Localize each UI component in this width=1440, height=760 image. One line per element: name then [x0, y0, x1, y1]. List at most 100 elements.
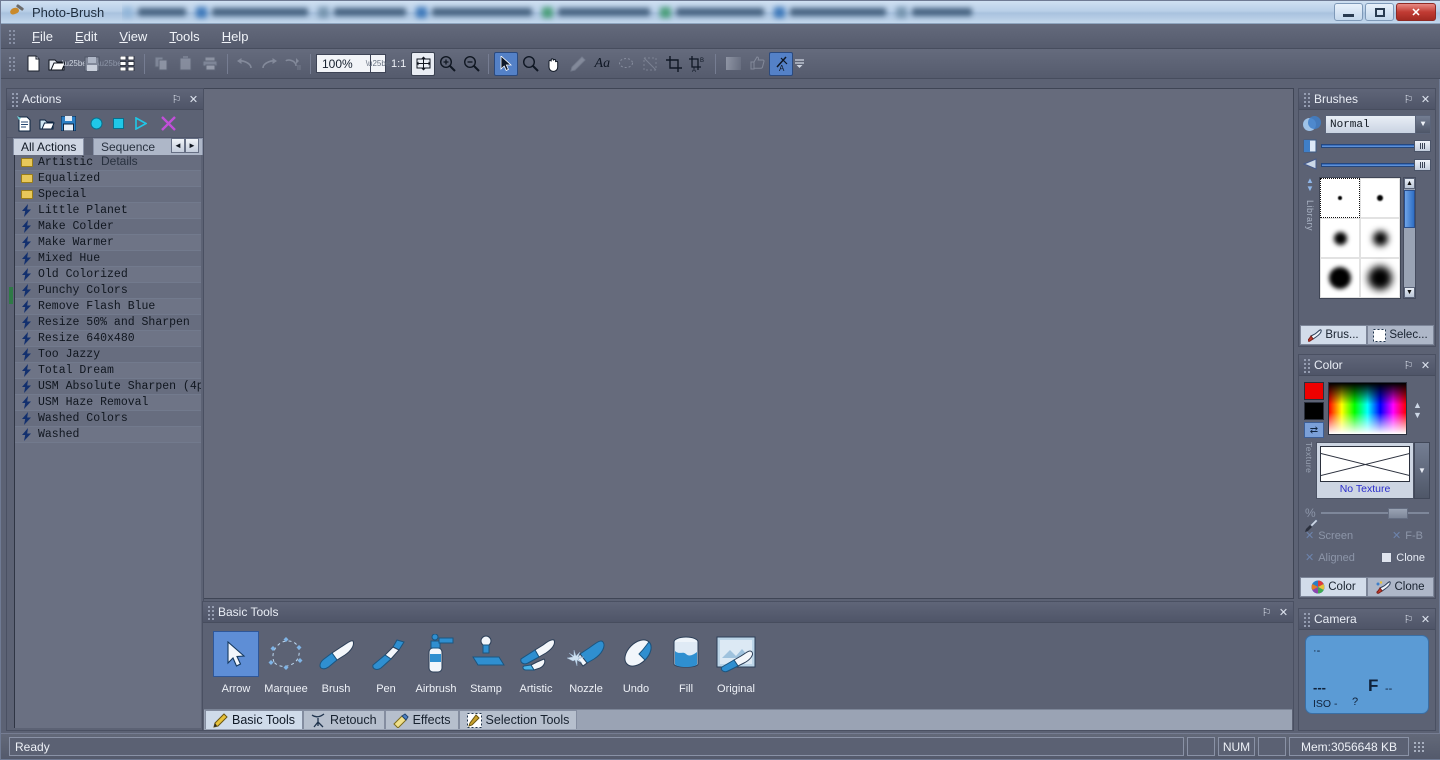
action-list-item[interactable]: Mixed Hue	[15, 251, 201, 267]
gradient-icon[interactable]	[721, 52, 745, 76]
hand-tool-icon[interactable]	[542, 52, 566, 76]
zoom-out-icon[interactable]	[459, 52, 483, 76]
menu-edit[interactable]: Edit	[64, 26, 108, 47]
scrollbar-thumb[interactable]	[1404, 190, 1415, 228]
panel-gripper[interactable]	[1303, 612, 1310, 627]
tool-stamp[interactable]: Stamp	[461, 631, 511, 695]
background-tab[interactable]	[774, 1, 886, 24]
tool-nozzle[interactable]: Nozzle	[561, 631, 611, 695]
background-tab[interactable]	[196, 1, 308, 24]
action-list-item[interactable]: Equalized	[15, 171, 201, 187]
action-list-item[interactable]: Little Planet	[15, 203, 201, 219]
lasso-tool-icon[interactable]	[614, 52, 638, 76]
zoom-in-icon[interactable]	[435, 52, 459, 76]
brush-preset[interactable]	[1360, 218, 1400, 258]
new-icon[interactable]	[21, 52, 45, 76]
canvas-area[interactable]	[202, 88, 1294, 599]
crop-icon[interactable]	[662, 52, 686, 76]
tab-selection-tools[interactable]: Selection Tools	[459, 710, 578, 729]
foreground-color-swatch[interactable]	[1304, 382, 1324, 400]
transform-icon[interactable]	[638, 52, 662, 76]
tab-basic-tools[interactable]: Basic Tools	[205, 710, 303, 729]
tab-effects[interactable]: Effects	[385, 710, 459, 729]
arrow-tool-icon[interactable]	[494, 52, 518, 76]
spin-down-icon[interactable]: ▼	[1413, 410, 1422, 420]
panel-gripper[interactable]	[1303, 358, 1310, 373]
scroll-down-icon[interactable]: ▼	[1306, 185, 1314, 193]
crop-b-icon[interactable]: BA	[686, 52, 710, 76]
save-action-icon[interactable]	[59, 114, 78, 133]
aligned-checkbox[interactable]: ✕	[1305, 551, 1314, 564]
tool-fill[interactable]: Fill	[661, 631, 711, 695]
brush-preset[interactable]	[1320, 258, 1360, 298]
pin-icon[interactable]: ⚐	[1401, 612, 1416, 627]
toolbar-overflow-icon[interactable]	[793, 52, 805, 76]
save-dropdown-icon[interactable]: \u25be	[104, 52, 115, 76]
action-list-item[interactable]: Washed	[15, 427, 201, 443]
pin-icon[interactable]: ⚐	[169, 92, 184, 107]
action-list-item[interactable]: Old Colorized	[15, 267, 201, 283]
open-action-icon[interactable]	[37, 114, 56, 133]
menu-gripper[interactable]	[7, 28, 16, 45]
camera-lcd-display[interactable]: ·- --- F -- ISO - ?	[1305, 635, 1429, 714]
brightness-spinner[interactable]: ▲ ▼	[1411, 382, 1424, 438]
blend-mode-select[interactable]: Normal ▼	[1325, 115, 1431, 134]
action-list-item[interactable]: Washed Colors	[15, 411, 201, 427]
tab-color[interactable]: Color	[1300, 577, 1367, 597]
background-tab[interactable]	[542, 1, 650, 24]
tool-pen[interactable]: Pen	[361, 631, 411, 695]
panel-gripper[interactable]	[1303, 92, 1310, 107]
background-tab[interactable]	[660, 1, 764, 24]
action-list-item[interactable]: Resize 640x480	[15, 331, 201, 347]
action-list-item[interactable]: USM Absolute Sharpen (4pass)	[15, 379, 201, 395]
opacity-slider[interactable]	[1321, 140, 1431, 152]
scroll-down-icon[interactable]: ▼	[1404, 287, 1415, 298]
thumbnails-icon[interactable]	[115, 52, 139, 76]
background-tab[interactable]	[122, 1, 186, 24]
close-icon[interactable]: ✕	[1418, 92, 1433, 107]
tab-brushes[interactable]: Brus...	[1300, 325, 1367, 345]
close-button[interactable]: ✕	[1396, 3, 1436, 21]
brush-preset[interactable]	[1320, 178, 1360, 218]
tool-artistic[interactable]: Artistic	[511, 631, 561, 695]
tool-arrow[interactable]: Arrow	[211, 631, 261, 695]
zoom-tool-icon[interactable]	[518, 52, 542, 76]
tab-clone[interactable]: Clone	[1367, 577, 1434, 597]
texture-preview[interactable]: No Texture	[1316, 442, 1414, 499]
record-icon[interactable]	[87, 114, 106, 133]
resize-grip-icon[interactable]	[1413, 741, 1425, 753]
minimize-button[interactable]	[1334, 3, 1363, 21]
tab-selection[interactable]: Selec...	[1367, 325, 1434, 345]
close-icon[interactable]: ✕	[1418, 612, 1433, 627]
eyedropper-icon[interactable]	[1305, 518, 1319, 532]
pin-icon[interactable]: ⚐	[1401, 358, 1416, 373]
menu-tools[interactable]: Tools	[158, 26, 210, 47]
print-icon[interactable]	[198, 52, 222, 76]
action-list-item[interactable]: Make Colder	[15, 219, 201, 235]
brush-scrollbar[interactable]: ▲ ▼	[1403, 177, 1416, 299]
tab-prev-icon[interactable]: ◄	[171, 138, 185, 153]
brush-preset[interactable]	[1320, 218, 1360, 258]
action-list-item[interactable]: USM Haze Removal	[15, 395, 201, 411]
zoom-dropdown-icon[interactable]: \u25be	[371, 54, 386, 73]
fb-checkbox[interactable]: ✕	[1392, 529, 1401, 542]
maximize-button[interactable]	[1365, 3, 1394, 21]
panel-gripper[interactable]	[11, 92, 18, 107]
action-list-item[interactable]: Make Warmer	[15, 235, 201, 251]
actions-list[interactable]: ArtisticEqualizedSpecialLittle PlanetMak…	[14, 155, 201, 728]
menu-view[interactable]: View	[108, 26, 158, 47]
tab-retouch[interactable]: Retouch	[303, 710, 385, 729]
redo-icon[interactable]	[257, 52, 281, 76]
scroll-up-icon[interactable]: ▲	[1404, 178, 1415, 189]
tool-airbrush[interactable]: Airbrush	[411, 631, 461, 695]
play-icon[interactable]	[131, 114, 150, 133]
background-color-swatch[interactable]	[1304, 402, 1324, 420]
background-tab[interactable]	[318, 1, 406, 24]
background-tab[interactable]	[896, 1, 972, 24]
swap-colors-icon[interactable]: ⇄	[1304, 422, 1324, 438]
tab-all-actions[interactable]: All Actions	[13, 138, 84, 155]
pen-tool-icon[interactable]	[566, 52, 590, 76]
paste-icon[interactable]	[174, 52, 198, 76]
close-icon[interactable]: ✕	[1418, 358, 1433, 373]
pin-icon[interactable]: ⚐	[1401, 92, 1416, 107]
